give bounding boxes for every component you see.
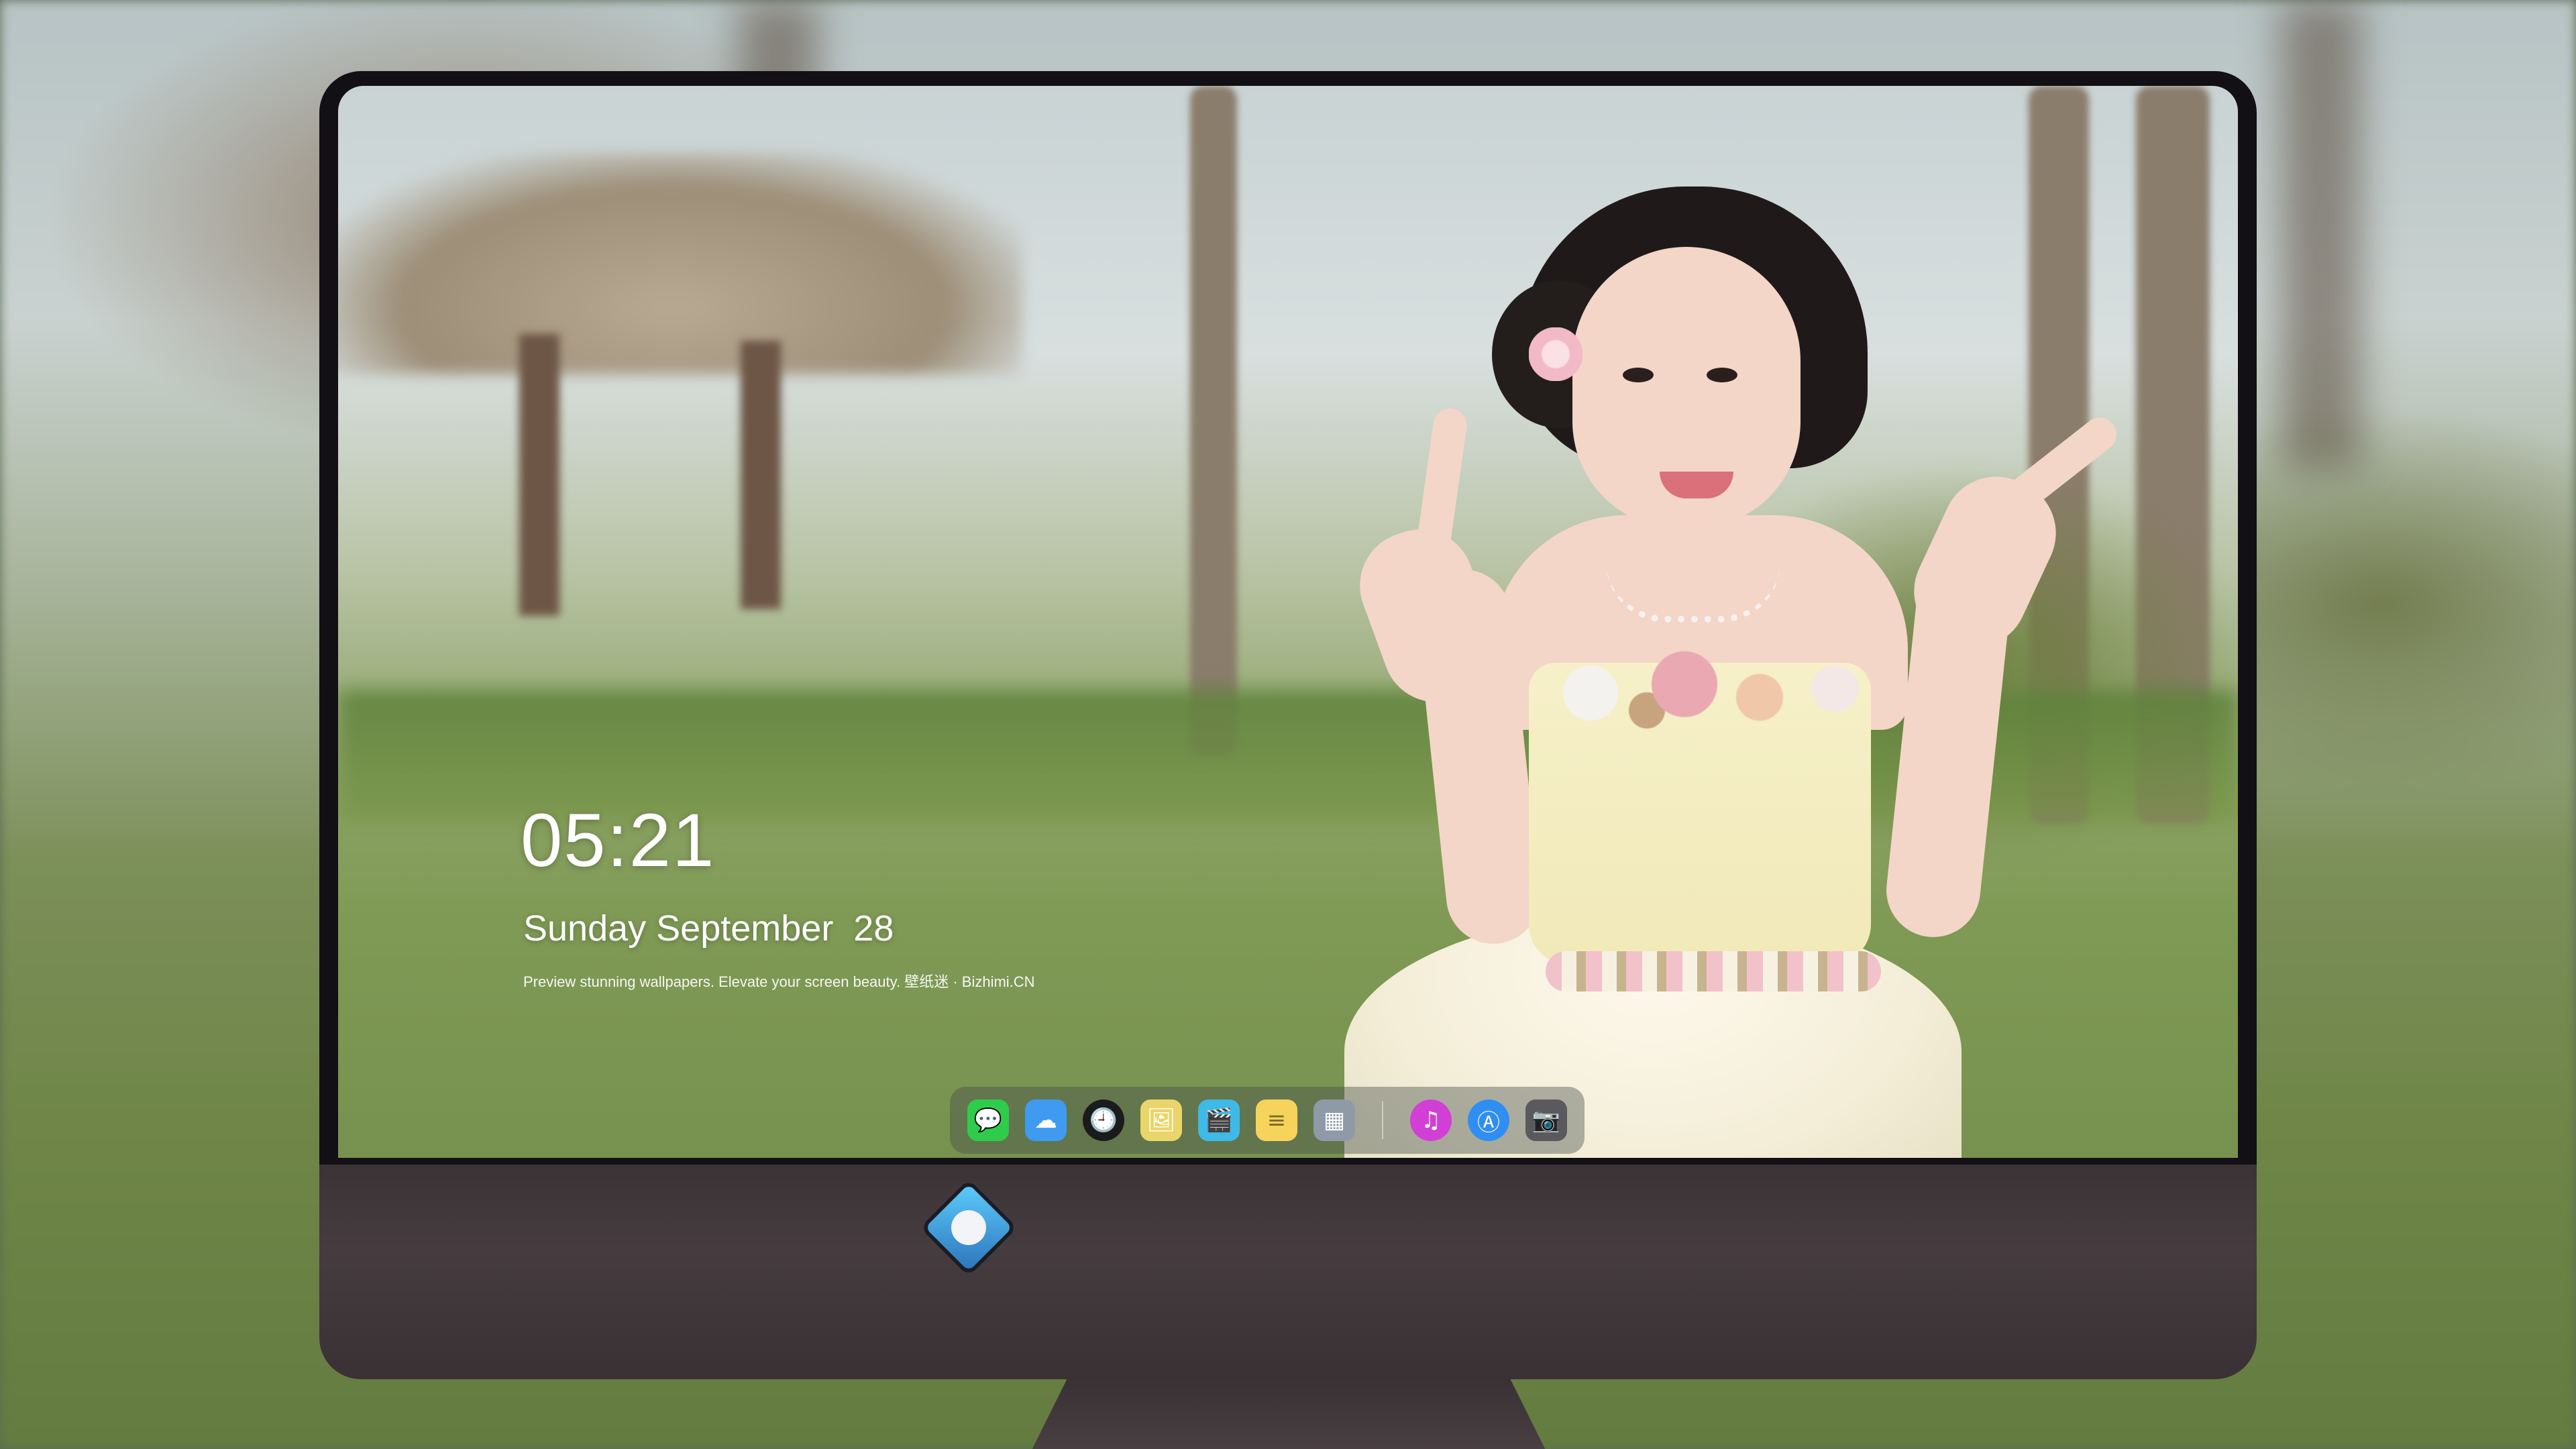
dress-waistband <box>1546 951 1881 991</box>
left-eye <box>1623 368 1654 382</box>
photo-booth-icon[interactable]: ▦ <box>1313 1099 1355 1141</box>
chin-logo-wrap <box>919 1178 1018 1277</box>
monitor-bezel: 05:21 Sunday September 28 Preview stunni… <box>319 71 2257 1165</box>
monitor-chin <box>319 1165 2257 1379</box>
messages-icon[interactable]: 💬 <box>967 1099 1009 1141</box>
hair-flower <box>1529 327 1582 381</box>
dock-separator <box>1382 1102 1383 1139</box>
wallpaper-tagline: Preview stunning wallpapers. Elevate you… <box>523 973 1035 990</box>
app-store-icon[interactable]: Ⓐ <box>1468 1099 1509 1141</box>
weather-icon[interactable]: ☁ <box>1025 1099 1067 1141</box>
brand-logo-icon <box>919 1178 1018 1277</box>
camera-icon[interactable]: 📷 <box>1525 1099 1567 1141</box>
clips-icon[interactable]: 🎬 <box>1198 1099 1240 1141</box>
monitor-stand <box>997 1379 1580 1449</box>
dock: 💬 ☁ 🕘 🖼 🎬 ≡ ▦ ♫ Ⓐ 📷 <box>950 1087 1585 1154</box>
lock-clock: 05:21 <box>521 798 716 882</box>
right-eye <box>1707 368 1737 382</box>
monitor: 05:21 Sunday September 28 Preview stunni… <box>319 71 2257 1449</box>
dress-flowers <box>1515 649 1891 737</box>
notes-icon[interactable]: ≡ <box>1256 1099 1297 1141</box>
wallpaper-hut-post <box>741 341 781 609</box>
background-tree <box>2281 0 2361 470</box>
desktop-screen: 05:21 Sunday September 28 Preview stunni… <box>338 86 2238 1158</box>
wallpaper-hut-post <box>519 334 559 616</box>
preview-icon[interactable]: 🖼 <box>1140 1099 1182 1141</box>
wallpaper-hut <box>338 153 1022 374</box>
logo-emblem <box>944 1203 994 1252</box>
wallpaper-portrait <box>1143 99 2216 1158</box>
left-finger <box>1414 406 1469 564</box>
clock-icon[interactable]: 🕘 <box>1083 1099 1124 1141</box>
itunes-icon[interactable]: ♫ <box>1410 1099 1452 1141</box>
lock-date: Sunday September 28 <box>523 908 894 949</box>
